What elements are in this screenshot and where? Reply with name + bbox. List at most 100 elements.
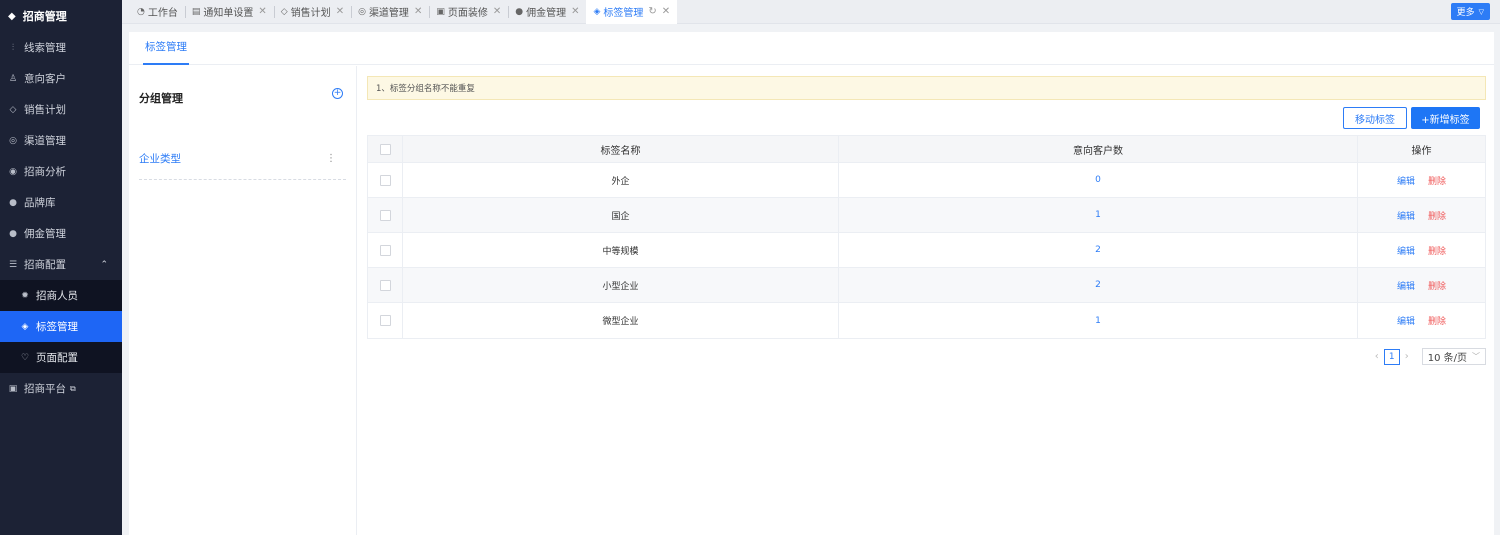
sidebar-item-label: 渠道管理: [24, 135, 66, 147]
tab-workbench[interactable]: ◔ 工作台: [130, 0, 185, 24]
tab-divider: [429, 5, 431, 18]
tag-icon: ◈: [593, 6, 601, 17]
row-select-cell: [368, 198, 403, 232]
tag-name-cell: 中等规模: [403, 233, 839, 267]
sidebar-subitem-staff[interactable]: ✹ 招商人员: [0, 280, 122, 311]
customer-count-link[interactable]: 1: [839, 198, 1358, 232]
edit-link[interactable]: 编辑: [1397, 244, 1415, 257]
sidebar-item-customers[interactable]: ♙ 意向客户: [0, 63, 122, 94]
sidebar-item-platform[interactable]: ▣ 招商平台 ⧉: [0, 373, 122, 404]
more-vertical-icon[interactable]: ⋮: [326, 153, 346, 164]
tab-divider: [508, 5, 510, 18]
delete-link[interactable]: 删除: [1428, 209, 1446, 222]
column-header-actions: 操作: [1411, 145, 1432, 157]
sidebar-item-config[interactable]: ☰ 招商配置 ⌃: [0, 249, 122, 280]
page-tabs: 标签管理: [129, 32, 1494, 65]
customer-count-link[interactable]: 0: [839, 163, 1358, 197]
row-checkbox[interactable]: [379, 315, 391, 326]
close-icon[interactable]: ✕: [414, 6, 422, 17]
coin-icon: ●: [515, 6, 524, 17]
sidebar-subitem-page-config[interactable]: ♡ 页面配置: [0, 342, 122, 373]
row-select-cell: [368, 268, 403, 302]
delete-link[interactable]: 删除: [1428, 279, 1446, 292]
add-tag-button[interactable]: +新增标签: [1411, 107, 1480, 129]
sidebar-item-brands[interactable]: ● 品牌库: [0, 187, 122, 218]
row-checkbox[interactable]: [379, 209, 391, 221]
edit-link[interactable]: 编辑: [1397, 279, 1415, 292]
sidebar-item-channels[interactable]: ◎ 渠道管理: [0, 125, 122, 156]
edit-link[interactable]: 编辑: [1397, 174, 1415, 187]
tab-page-decor[interactable]: ▣ 页面装修 ✕: [429, 0, 508, 24]
row-checkbox[interactable]: [379, 244, 391, 256]
more-button-label: 更多: [1456, 8, 1475, 18]
brand-icon: ●: [9, 197, 17, 208]
actions-cell: 编辑 删除: [1358, 163, 1485, 197]
group-item[interactable]: 企业类型 ⋮: [139, 153, 346, 180]
refresh-icon[interactable]: ↻: [648, 6, 656, 17]
page-tab-tag-management[interactable]: 标签管理: [143, 39, 189, 65]
tab-channels[interactable]: ◎ 渠道管理 ✕: [351, 0, 429, 24]
sidebar-item-label: 标签管理: [36, 321, 78, 333]
delete-link[interactable]: 删除: [1428, 314, 1446, 327]
close-icon[interactable]: ✕: [336, 6, 344, 17]
select-all-checkbox[interactable]: [379, 143, 391, 155]
tag-icon: ◇: [9, 104, 17, 115]
column-header-count: 意向客户数: [839, 136, 1358, 162]
chart-icon: ◉: [9, 166, 17, 177]
tab-divider: [184, 5, 186, 18]
tab-label: 标签管理: [603, 8, 644, 19]
tag-icon: ◈: [21, 321, 29, 332]
tab-label: 销售计划: [290, 8, 331, 19]
sidebar-item-label: 招商分析: [24, 166, 66, 178]
actions-cell: 编辑 删除: [1358, 233, 1485, 267]
tab-commission[interactable]: ● 佣金管理 ✕: [508, 0, 586, 24]
row-checkbox[interactable]: [379, 174, 391, 186]
branch-icon: ⫶: [11, 42, 15, 53]
tab-sales-plan[interactable]: ◇ 销售计划 ✕: [273, 0, 351, 24]
group-item-label: 企业类型: [139, 153, 181, 165]
chevron-right-icon[interactable]: ›: [1405, 351, 1409, 362]
sidebar-item-leads[interactable]: ⫶ 线索管理: [0, 32, 122, 63]
customer-count-link[interactable]: 2: [839, 268, 1358, 302]
sidebar-item-label: 招商配置: [24, 259, 66, 271]
tab-tag-management[interactable]: ◈ 标签管理 ↻ ✕: [586, 0, 678, 24]
sidebar-header[interactable]: ◆ 招商管理: [0, 0, 122, 32]
notice-icon: ▤: [191, 6, 201, 17]
chevron-down-icon: ▽: [1478, 7, 1484, 16]
row-checkbox[interactable]: [379, 279, 391, 291]
close-icon[interactable]: ✕: [571, 6, 579, 17]
close-icon[interactable]: ✕: [493, 6, 501, 17]
sidebar-subitem-tags[interactable]: ◈ 标签管理: [0, 311, 122, 342]
add-group-icon[interactable]: +: [332, 88, 343, 99]
edit-link[interactable]: 编辑: [1397, 209, 1415, 222]
tab-label: 页面装修: [447, 8, 488, 19]
page-size-select[interactable]: 10 条/页 ﹀: [1421, 348, 1486, 365]
tab-bar: ◔ 工作台 ▤ 通知单设置 ✕ ◇ 销售计划 ✕ ◎ 渠道管理 ✕ ▣ 页面装修…: [122, 0, 1500, 24]
sidebar-item-commission[interactable]: ● 佣金管理: [0, 218, 122, 249]
move-tag-button[interactable]: 移动标签: [1343, 107, 1407, 129]
group-panel-title: 分组管理: [139, 92, 183, 105]
row-select-cell: [368, 233, 403, 267]
person-icon: ♙: [8, 73, 18, 84]
tab-notice-settings[interactable]: ▤ 通知单设置 ✕: [184, 0, 274, 24]
delete-link[interactable]: 删除: [1428, 244, 1446, 257]
page-number-button[interactable]: 1: [1383, 348, 1400, 365]
dashboard-icon: ◔: [137, 6, 145, 17]
tab-label: 佣金管理: [526, 8, 567, 19]
gear-icon: ✹: [21, 290, 29, 301]
customer-count-link[interactable]: 1: [839, 303, 1358, 338]
sidebar: ◆ 招商管理 ⫶ 线索管理 ♙ 意向客户 ◇ 销售计划 ◎ 渠道管理 ◉ 招商分…: [0, 0, 122, 535]
sidebar-item-sales-plan[interactable]: ◇ 销售计划: [0, 94, 122, 125]
sidebar-item-analysis[interactable]: ◉ 招商分析: [0, 156, 122, 187]
main-content: 标签管理 分组管理 + 企业类型 ⋮ 1、标签分组名称不能重复 移动标签 +新增…: [129, 32, 1494, 535]
customer-count-link[interactable]: 2: [839, 233, 1358, 267]
edit-link[interactable]: 编辑: [1397, 314, 1415, 327]
delete-link[interactable]: 删除: [1428, 174, 1446, 187]
tag-name-cell: 国企: [403, 198, 839, 232]
chevron-left-icon[interactable]: ‹: [1375, 351, 1379, 362]
more-button[interactable]: 更多 ▽: [1450, 3, 1490, 20]
close-icon[interactable]: ✕: [662, 6, 670, 17]
close-icon[interactable]: ✕: [258, 6, 266, 17]
sidebar-item-label: 佣金管理: [24, 228, 66, 240]
sidebar-header-label: 招商管理: [22, 10, 67, 23]
